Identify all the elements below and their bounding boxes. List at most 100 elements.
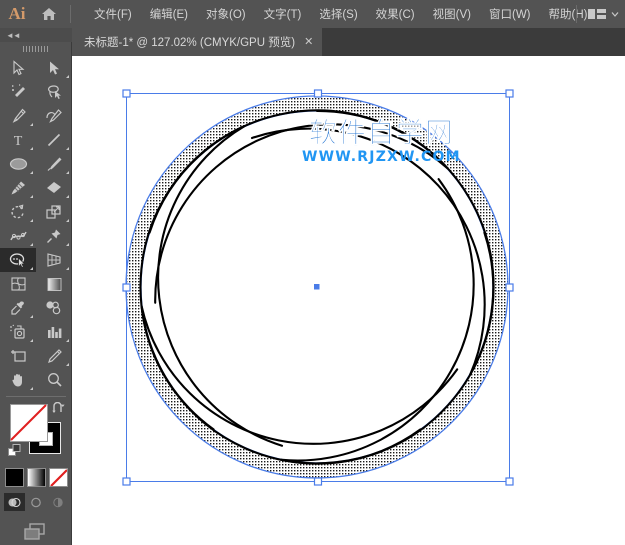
document-tab-bar: 未标题-1* @ 127.02% (CMYK/GPU 预览) ✕ xyxy=(0,28,625,56)
workspace-layout-icon xyxy=(588,9,606,19)
ellipse-icon xyxy=(9,158,27,170)
chevron-down-icon xyxy=(611,12,619,17)
magic-wand-tool[interactable] xyxy=(0,80,36,104)
handle-bottom-right xyxy=(505,477,514,486)
shaper-tool[interactable] xyxy=(0,176,36,200)
menu-type[interactable]: 文字(T) xyxy=(255,2,311,26)
eraser-tool[interactable] xyxy=(36,176,72,200)
draw-normal-button[interactable] xyxy=(3,493,25,511)
perspective-grid-tool[interactable] xyxy=(36,248,72,272)
home-icon[interactable] xyxy=(34,0,64,28)
flyout-indicator xyxy=(66,195,69,198)
mesh-tool[interactable] xyxy=(0,272,36,296)
width-tool[interactable] xyxy=(0,224,36,248)
handle-bottom-center xyxy=(313,477,323,486)
change-screen-mode-button[interactable] xyxy=(0,517,72,545)
hand-icon xyxy=(11,374,22,387)
color-mode-button[interactable] xyxy=(4,467,24,487)
menu-window[interactable]: 窗口(W) xyxy=(480,2,540,26)
zoom-tool[interactable] xyxy=(36,368,72,392)
handle-bottom-left xyxy=(122,477,131,486)
fill-stroke-controls xyxy=(0,400,72,466)
slice-tool[interactable] xyxy=(36,344,72,368)
arrow-cursor-icon xyxy=(12,60,24,76)
shutter-pinwheel-artwork[interactable] xyxy=(72,56,625,545)
panel-grip-icon[interactable] xyxy=(0,42,72,56)
flyout-indicator xyxy=(66,171,69,174)
flyout-indicator xyxy=(66,147,69,150)
menu-edit[interactable]: 编辑(E) xyxy=(141,2,197,26)
none-mode-button[interactable] xyxy=(48,467,68,487)
gradient-mode-button[interactable] xyxy=(26,467,46,487)
draw-inside-icon xyxy=(53,497,63,507)
paint-mode-buttons xyxy=(0,466,72,488)
handle-middle-left xyxy=(122,283,131,292)
fill-swatch[interactable] xyxy=(10,404,48,442)
tool-grid: T xyxy=(0,56,72,392)
draw-inside-button[interactable] xyxy=(48,493,69,511)
shape-builder-tool[interactable] xyxy=(0,248,36,272)
slice-knife-icon xyxy=(47,349,62,363)
pen-tool[interactable] xyxy=(0,104,36,128)
width-warp-icon xyxy=(9,231,27,241)
line-segment-tool[interactable] xyxy=(36,128,72,152)
shaper-pencil-icon xyxy=(11,181,25,195)
type-tool[interactable]: T xyxy=(0,128,36,152)
menu-item-list: 文件(F) 编辑(E) 对象(O) 文字(T) 选择(S) 效果(C) 视图(V… xyxy=(85,2,596,26)
document-tab-title: 未标题-1* @ 127.02% (CMYK/GPU 预览) xyxy=(84,37,296,49)
paintbrush-tool[interactable] xyxy=(36,152,72,176)
menu-view[interactable]: 视图(V) xyxy=(424,2,480,26)
type-t-icon: T xyxy=(14,134,23,148)
blend-icon xyxy=(46,301,61,315)
svg-text:T: T xyxy=(14,134,23,148)
draw-normal-icon xyxy=(8,497,21,507)
mesh-icon xyxy=(10,277,26,291)
close-icon[interactable]: ✕ xyxy=(304,36,313,48)
app-logo: Ai xyxy=(8,4,26,23)
eyedropper-tool[interactable] xyxy=(0,296,36,320)
gradient-tool[interactable] xyxy=(36,272,72,296)
hand-tool[interactable] xyxy=(0,368,36,392)
menu-file[interactable]: 文件(F) xyxy=(85,2,141,26)
selection-tool[interactable] xyxy=(0,56,36,80)
scale-tool[interactable] xyxy=(36,200,72,224)
default-fill-stroke-icon[interactable] xyxy=(8,444,21,462)
flyout-indicator xyxy=(30,267,33,270)
artboard-tool[interactable] xyxy=(0,344,36,368)
tools-divider xyxy=(5,396,66,397)
column-graph-tool[interactable] xyxy=(36,320,72,344)
shape-builder-icon xyxy=(9,253,26,268)
menu-object[interactable]: 对象(O) xyxy=(197,2,255,26)
tools-panel-collapse[interactable]: ◄◄ xyxy=(0,28,72,42)
paintbrush-icon xyxy=(47,157,61,171)
menu-effect[interactable]: 效果(C) xyxy=(367,2,424,26)
lasso-tool[interactable] xyxy=(36,80,72,104)
direct-selection-tool[interactable] xyxy=(36,56,72,80)
flyout-indicator xyxy=(30,243,33,246)
bar-chart-icon xyxy=(47,326,61,338)
curvature-tool[interactable] xyxy=(36,104,72,128)
flyout-indicator xyxy=(30,123,33,126)
flyout-indicator xyxy=(30,195,33,198)
symbol-sprayer-tool[interactable] xyxy=(0,320,36,344)
flyout-indicator xyxy=(66,363,69,366)
flyout-indicator xyxy=(30,315,33,318)
free-transform-tool[interactable] xyxy=(36,224,72,248)
line-diagonal-icon xyxy=(47,133,61,147)
blend-tool[interactable] xyxy=(36,296,72,320)
illustrator-window: Ai 文件(F) 编辑(E) 对象(O) 文字(T) 选择(S) 效果(C) 视… xyxy=(0,0,625,545)
eyedropper-icon xyxy=(10,301,24,315)
swap-fill-stroke-icon[interactable] xyxy=(52,401,66,420)
menu-select[interactable]: 选择(S) xyxy=(310,2,366,26)
direct-arrow-cursor-icon xyxy=(49,61,59,75)
ellipse-tool[interactable] xyxy=(0,152,36,176)
document-tab[interactable]: 未标题-1* @ 127.02% (CMYK/GPU 预览) ✕ xyxy=(72,28,323,56)
rotate-tool[interactable] xyxy=(0,200,36,224)
draw-mode-buttons xyxy=(0,491,72,513)
document-canvas[interactable]: 软件自学网 WWW.RJZXW.COM xyxy=(72,56,625,545)
gradient-icon xyxy=(47,277,61,291)
draw-behind-button[interactable] xyxy=(26,493,47,511)
rotate-icon xyxy=(10,204,24,219)
flyout-indicator xyxy=(30,387,33,390)
workspace-switcher[interactable] xyxy=(570,0,619,28)
